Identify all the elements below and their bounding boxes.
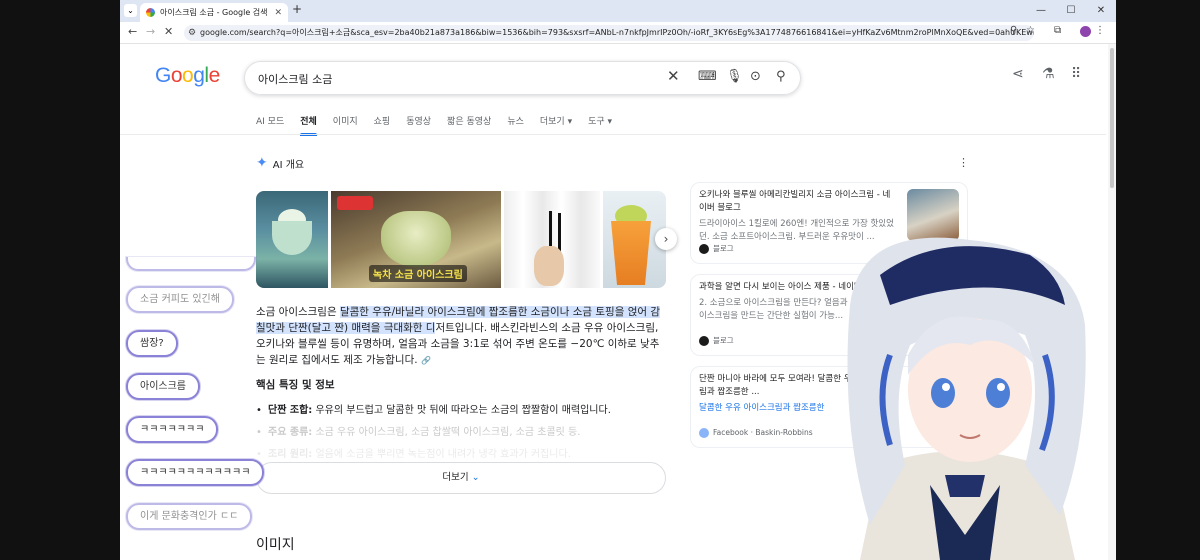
apps-grid-icon[interactable]: ⠿ (1071, 66, 1081, 82)
url-text: google.com/search?q=아이스크림+소금&sca_esv=2ba… (200, 28, 1034, 37)
vtuber-avatar (847, 237, 1086, 560)
ai-overview-title: AI 개요 (272, 159, 305, 171)
tab-title: 아이스크림 소금 - Google 검색 (160, 8, 268, 17)
stop-icon[interactable]: ✕ (164, 25, 173, 38)
browser-tab[interactable]: 아이스크림 소금 - Google 검색 ✕ (140, 3, 288, 22)
ai-image-carousel: 녹차 소금 아이스크림 (256, 191, 666, 288)
ai-overview-header: ✦ AI 개요 (256, 155, 304, 171)
tab-images[interactable]: 이미지 (333, 114, 358, 134)
tab-videos[interactable]: 동영상 (406, 114, 431, 134)
google-logo[interactable]: Google (155, 64, 220, 88)
maximize-icon[interactable]: ☐ (1056, 0, 1086, 22)
source-thumbnail[interactable] (907, 189, 959, 241)
browser-toolbar: ← → ✕ ⚙ google.com/search?q=아이스크림+소금&sca… (120, 22, 1116, 44)
list-item: 단짠 조합: 우유의 부드럽고 달콤한 맛 뒤에 따라오는 소금의 짭짤함이 매… (256, 400, 666, 422)
chat-bubble: ㅋㅋㅋㅋㅋㅋㅋㅋㅋㅋㅋㅋ (126, 459, 265, 486)
tab-all[interactable]: 전체 (300, 114, 317, 136)
chat-bubble (126, 257, 256, 271)
search-query[interactable]: 아이스크림 소금 (258, 71, 332, 87)
ai-summary: 소금 아이스크림은 달콤한 우유/바닐라 아이스크림에 짭조름한 소금이나 소금… (256, 306, 661, 366)
tab-more[interactable]: 더보기 ▾ (540, 114, 572, 134)
zoom-icon[interactable]: ⚲ (1010, 25, 1017, 36)
link-icon[interactable]: 🔗 (421, 356, 431, 365)
window-controls: — ☐ ✕ (1026, 0, 1116, 22)
back-icon[interactable]: ← (128, 25, 137, 38)
chat-bubble: ㅋㅋㅋㅋㅋㅋㅋ (126, 416, 219, 443)
keyboard-icon[interactable]: ⌨ (698, 69, 717, 84)
source-title[interactable]: 오키나와 블루씰 아메리칸빌리지 소금 아이스크림 - 네이버 블로그 (699, 189, 895, 215)
chat-bubble: 이게 문화충격인가 ㄷㄷ (126, 503, 253, 530)
carousel-next-chevron-icon[interactable]: › (655, 228, 677, 250)
chevron-down-icon: ⌄ (471, 472, 480, 483)
bookmark-star-icon[interactable]: ☆ (1026, 25, 1035, 36)
list-item: 주요 종류: 소금 우유 아이스크림, 소금 찹쌀떡 아이스크림, 소금 초콜릿… (256, 422, 666, 444)
chat-bubble: 아이스크름 (126, 373, 200, 400)
menu-dots-icon[interactable]: ⋮ (1095, 25, 1105, 36)
images-section-heading: 이미지 (256, 537, 295, 553)
key-facts-list: 단짠 조합: 우유의 부드럽고 달콤한 맛 뒤에 따라오는 소금의 짭짤함이 매… (256, 400, 666, 466)
ai-overview-menu-icon[interactable]: ⋮ (958, 156, 969, 169)
extensions-icon[interactable]: ⧉ (1054, 25, 1061, 36)
tab-strip: ⌄ 아이스크림 소금 - Google 검색 ✕ + — ☐ ✕ (120, 0, 1116, 22)
profile-avatar[interactable] (1080, 26, 1091, 37)
tab-search-icon[interactable]: ⌄ (124, 4, 137, 17)
search-tabs: AI 모드 전체 이미지 쇼핑 동영상 짧은 동영상 뉴스 더보기 ▾ 도구 ▾ (256, 114, 628, 136)
scrollbar-thumb[interactable] (1110, 48, 1114, 188)
image-caption: 녹차 소금 아이스크림 (369, 265, 467, 282)
new-tab-button[interactable]: + (292, 2, 302, 16)
tab-ai-mode[interactable]: AI 모드 (256, 114, 284, 134)
clear-icon[interactable]: ✕ (667, 67, 680, 85)
stream-frame: ⌄ 아이스크림 소금 - Google 검색 ✕ + — ☐ ✕ ← → ✕ ⚙… (0, 0, 1200, 560)
microphone-icon[interactable]: 🎙 (726, 69, 743, 84)
divider (120, 134, 1106, 135)
carousel-image[interactable]: 녹차 소금 아이스크림 (331, 191, 501, 288)
minimize-icon[interactable]: — (1026, 0, 1056, 22)
site-info-icon[interactable]: ⚙ (188, 25, 196, 41)
lens-icon[interactable]: ⊙ (750, 69, 761, 84)
tab-tools[interactable]: 도구 ▾ (588, 114, 612, 134)
show-more-button[interactable]: 더보기 ⌄ (256, 462, 666, 494)
source-favicon-icon (699, 427, 709, 438)
carousel-image[interactable] (256, 191, 328, 288)
carousel-image[interactable] (504, 191, 600, 288)
source-favicon-icon (699, 243, 709, 254)
gemini-sparkle-icon: ✦ (256, 155, 268, 171)
forward-icon[interactable]: → (146, 25, 155, 38)
key-facts-heading: 핵심 특징 및 정보 (256, 379, 335, 391)
tab-shopping[interactable]: 쇼핑 (374, 114, 391, 134)
close-window-icon[interactable]: ✕ (1086, 0, 1116, 22)
chat-bubble: 쌈장? (126, 330, 178, 357)
close-tab-icon[interactable]: ✕ (274, 8, 282, 18)
tab-news[interactable]: 뉴스 (507, 114, 524, 134)
address-bar[interactable]: ⚙ google.com/search?q=아이스크림+소금&sca_esv=2… (184, 25, 1034, 41)
source-favicon-icon (699, 335, 709, 346)
search-box[interactable]: 아이스크림 소금 ✕ ⌨ 🎙 ⊙ ⚲ (244, 61, 801, 95)
google-favicon-icon (146, 8, 155, 17)
chat-bubble: 소금 커피도 있긴해 (126, 286, 234, 313)
tab-short-videos[interactable]: 짧은 동영상 (447, 114, 491, 134)
share-icon[interactable]: ⋖ (1012, 66, 1024, 82)
search-icon[interactable]: ⚲ (776, 69, 786, 84)
labs-flask-icon[interactable]: ⚗ (1042, 66, 1055, 82)
